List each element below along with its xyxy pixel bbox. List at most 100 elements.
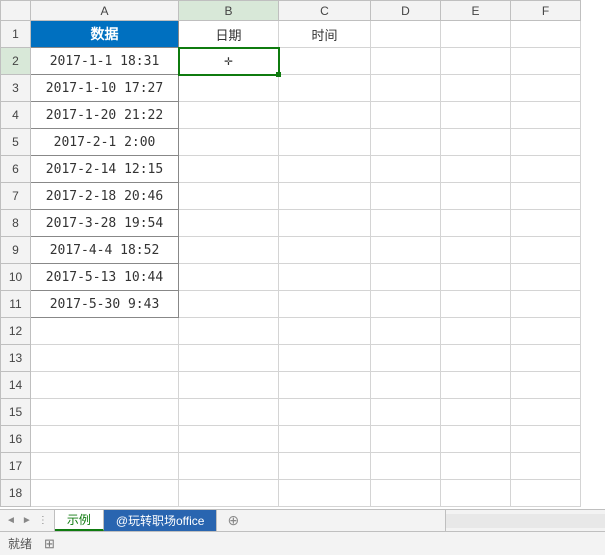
cell-D18[interactable] bbox=[371, 480, 441, 507]
cell-E4[interactable] bbox=[441, 102, 511, 129]
cell-C11[interactable] bbox=[279, 291, 371, 318]
row-header-14[interactable]: 14 bbox=[1, 372, 31, 399]
cell-C8[interactable] bbox=[279, 210, 371, 237]
row-header-4[interactable]: 4 bbox=[1, 102, 31, 129]
cell-D13[interactable] bbox=[371, 345, 441, 372]
spreadsheet-grid[interactable]: ABCDEF 1数据日期时间 22017-1-1 18:31✛ 32017-1-10 … bbox=[0, 0, 605, 509]
cell-A17[interactable] bbox=[31, 453, 179, 480]
column-header-d[interactable]: D bbox=[371, 1, 441, 21]
cell-D10[interactable] bbox=[371, 264, 441, 291]
cell-F4[interactable] bbox=[511, 102, 581, 129]
cell-D2[interactable] bbox=[371, 48, 441, 75]
cell-C16[interactable] bbox=[279, 426, 371, 453]
cell-A10[interactable]: 2017-5-13 10:44 bbox=[31, 264, 179, 291]
cell-A4[interactable]: 2017-1-20 21:22 bbox=[31, 102, 179, 129]
cell-D12[interactable] bbox=[371, 318, 441, 345]
cell-D5[interactable] bbox=[371, 129, 441, 156]
cell-B12[interactable] bbox=[179, 318, 279, 345]
cell-A15[interactable] bbox=[31, 399, 179, 426]
cell-A2[interactable]: 2017-1-1 18:31 bbox=[31, 48, 179, 75]
cell-E1[interactable] bbox=[441, 21, 511, 48]
row-header-9[interactable]: 9 bbox=[1, 237, 31, 264]
cell-D7[interactable] bbox=[371, 183, 441, 210]
cell-F3[interactable] bbox=[511, 75, 581, 102]
cell-B8[interactable] bbox=[179, 210, 279, 237]
row-header-12[interactable]: 12 bbox=[1, 318, 31, 345]
cell-C14[interactable] bbox=[279, 372, 371, 399]
column-header-e[interactable]: E bbox=[441, 1, 511, 21]
cell-C1[interactable]: 时间 bbox=[279, 21, 371, 48]
cell-A8[interactable]: 2017-3-28 19:54 bbox=[31, 210, 179, 237]
cell-D17[interactable] bbox=[371, 453, 441, 480]
row-header-16[interactable]: 16 bbox=[1, 426, 31, 453]
cell-F1[interactable] bbox=[511, 21, 581, 48]
cell-B18[interactable] bbox=[179, 480, 279, 507]
column-header-c[interactable]: C bbox=[279, 1, 371, 21]
cell-D11[interactable] bbox=[371, 291, 441, 318]
cell-B2[interactable]: ✛ bbox=[179, 48, 279, 75]
cell-A14[interactable] bbox=[31, 372, 179, 399]
cell-F10[interactable] bbox=[511, 264, 581, 291]
row-header-11[interactable]: 11 bbox=[1, 291, 31, 318]
row-header-3[interactable]: 3 bbox=[1, 75, 31, 102]
cell-F15[interactable] bbox=[511, 399, 581, 426]
cell-F2[interactable] bbox=[511, 48, 581, 75]
cell-C6[interactable] bbox=[279, 156, 371, 183]
cell-B6[interactable] bbox=[179, 156, 279, 183]
cell-B13[interactable] bbox=[179, 345, 279, 372]
row-header-18[interactable]: 18 bbox=[1, 480, 31, 507]
cell-E2[interactable] bbox=[441, 48, 511, 75]
cell-E5[interactable] bbox=[441, 129, 511, 156]
cell-E7[interactable] bbox=[441, 183, 511, 210]
horizontal-scrollbar[interactable] bbox=[445, 510, 605, 531]
cell-A11[interactable]: 2017-5-30 9:43 bbox=[31, 291, 179, 318]
cell-E17[interactable] bbox=[441, 453, 511, 480]
tab-prev-icon[interactable]: ◄ bbox=[6, 515, 16, 526]
cell-B16[interactable] bbox=[179, 426, 279, 453]
cell-C7[interactable] bbox=[279, 183, 371, 210]
cell-F16[interactable] bbox=[511, 426, 581, 453]
cell-F18[interactable] bbox=[511, 480, 581, 507]
column-header-a[interactable]: A bbox=[31, 1, 179, 21]
cell-B10[interactable] bbox=[179, 264, 279, 291]
row-header-1[interactable]: 1 bbox=[1, 21, 31, 48]
cell-E6[interactable] bbox=[441, 156, 511, 183]
cell-E12[interactable] bbox=[441, 318, 511, 345]
row-header-5[interactable]: 5 bbox=[1, 129, 31, 156]
select-all-corner[interactable] bbox=[1, 1, 31, 21]
cell-F9[interactable] bbox=[511, 237, 581, 264]
cell-A6[interactable]: 2017-2-14 12:15 bbox=[31, 156, 179, 183]
row-header-8[interactable]: 8 bbox=[1, 210, 31, 237]
cell-B9[interactable] bbox=[179, 237, 279, 264]
row-header-15[interactable]: 15 bbox=[1, 399, 31, 426]
tab-nav-controls[interactable]: ◄ ► ⋮ bbox=[0, 510, 55, 531]
cell-C10[interactable] bbox=[279, 264, 371, 291]
sheet-tab-other[interactable]: @玩转职场office bbox=[104, 510, 218, 531]
row-header-10[interactable]: 10 bbox=[1, 264, 31, 291]
column-header-b[interactable]: B bbox=[179, 1, 279, 21]
cell-C9[interactable] bbox=[279, 237, 371, 264]
cell-C2[interactable] bbox=[279, 48, 371, 75]
column-header-f[interactable]: F bbox=[511, 1, 581, 21]
cell-B11[interactable] bbox=[179, 291, 279, 318]
cell-A1[interactable]: 数据 bbox=[31, 21, 179, 48]
cell-E15[interactable] bbox=[441, 399, 511, 426]
cell-C12[interactable] bbox=[279, 318, 371, 345]
cell-A5[interactable]: 2017-2-1 2:00 bbox=[31, 129, 179, 156]
cell-A3[interactable]: 2017-1-10 17:27 bbox=[31, 75, 179, 102]
cell-C13[interactable] bbox=[279, 345, 371, 372]
cell-F11[interactable] bbox=[511, 291, 581, 318]
row-header-2[interactable]: 2 bbox=[1, 48, 31, 75]
cell-C5[interactable] bbox=[279, 129, 371, 156]
cell-E11[interactable] bbox=[441, 291, 511, 318]
cell-B1[interactable]: 日期 bbox=[179, 21, 279, 48]
cell-B4[interactable] bbox=[179, 102, 279, 129]
cell-D14[interactable] bbox=[371, 372, 441, 399]
cell-C15[interactable] bbox=[279, 399, 371, 426]
cell-D1[interactable] bbox=[371, 21, 441, 48]
cell-E9[interactable] bbox=[441, 237, 511, 264]
cell-E13[interactable] bbox=[441, 345, 511, 372]
cell-D9[interactable] bbox=[371, 237, 441, 264]
cell-E10[interactable] bbox=[441, 264, 511, 291]
cell-F17[interactable] bbox=[511, 453, 581, 480]
